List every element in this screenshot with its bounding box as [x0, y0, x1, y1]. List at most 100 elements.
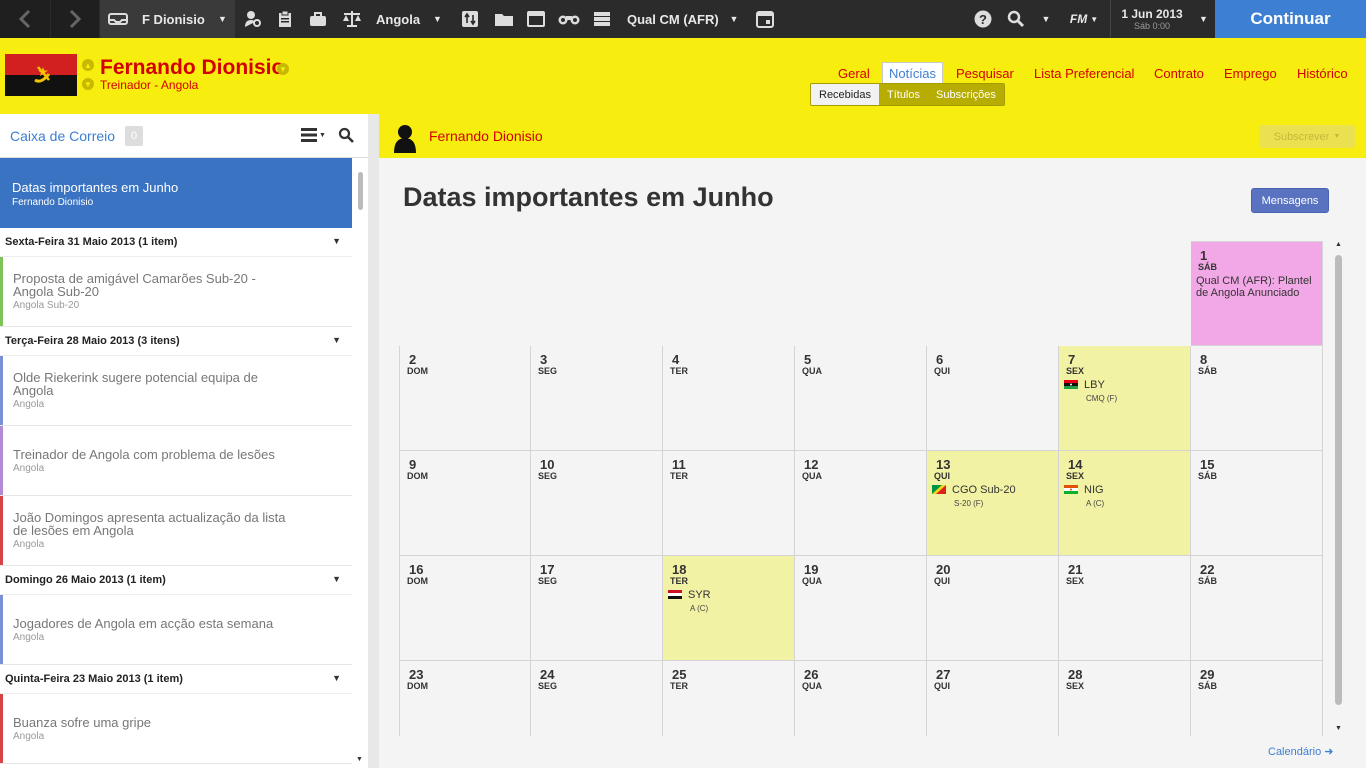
folder-button[interactable] — [488, 0, 520, 38]
search-button[interactable] — [1000, 0, 1032, 38]
message-item[interactable]: Olde Riekerink sugere potencial equipa d… — [0, 356, 352, 426]
calendar-scrollbar[interactable]: ▲ ▼ — [1332, 241, 1346, 736]
calendar-day-23[interactable]: 23 DOM — [399, 661, 531, 736]
scroll-up-icon[interactable]: ▲ — [1335, 241, 1342, 248]
continue-button[interactable]: Continuar — [1215, 0, 1366, 38]
message-item[interactable]: Proposta de amigável Camarões Sub-20 - A… — [0, 257, 352, 327]
clipboard-button[interactable] — [270, 0, 300, 38]
competition-button[interactable] — [586, 0, 618, 38]
message-item[interactable]: João Domingos apresenta actualização da … — [0, 496, 352, 566]
calendar-day-7[interactable]: 7 SEX LBY CMQ (F) — [1059, 346, 1191, 451]
calendar-day-18[interactable]: 18 TER SYR A (C) — [663, 556, 795, 661]
calendar-day-13[interactable]: 13 QUI CGO Sub-20 S-20 (F) — [927, 451, 1059, 556]
inbox-menu-button[interactable]: ▼ — [301, 128, 326, 142]
message-item[interactable]: Treinador de Angola com problema de lesõ… — [0, 426, 352, 496]
message-item[interactable]: Jogadores de Angola em acção esta semana… — [0, 595, 352, 665]
search-dropdown[interactable]: ▼ — [1034, 0, 1058, 38]
calendar-day-8[interactable]: 8 SÁB — [1191, 346, 1323, 451]
calendar-day-2[interactable]: 2 DOM — [399, 346, 531, 451]
calendar-day-24[interactable]: 24 SEG — [531, 661, 663, 736]
collapse-icon[interactable]: ▼ — [332, 236, 341, 246]
calendar-day-14[interactable]: 14 SEX NIG A (C) — [1059, 451, 1191, 556]
date-group-header[interactable]: Domingo 26 Maio 2013 (1 item) ▼ — [0, 566, 352, 595]
scroll-down-icon[interactable]: ▼ — [1335, 725, 1342, 732]
scouting-button[interactable] — [552, 0, 586, 38]
calendar-day-16[interactable]: 16 DOM — [399, 556, 531, 661]
subtab-subscricoes[interactable]: Subscrições — [928, 84, 1004, 105]
calendar-button[interactable] — [750, 0, 780, 38]
date-group-header[interactable]: Sexta-Feira 31 Maio 2013 (1 item) ▼ — [0, 228, 352, 257]
calendar-day-3[interactable]: 3 SEG — [531, 346, 663, 451]
manager-dropdown[interactable]: ▼ — [210, 0, 235, 38]
calendar-link[interactable]: Calendário ➜ — [1268, 745, 1333, 758]
nation-menu[interactable]: Angola — [370, 0, 425, 38]
message-item[interactable]: Buanza sofre uma gripe Angola — [0, 694, 352, 764]
scales-button[interactable] — [336, 0, 368, 38]
inbox-title[interactable]: Caixa de Correio — [10, 128, 115, 144]
nation-dropdown[interactable]: ▼ — [425, 0, 450, 38]
collapse-icon[interactable]: ▼ — [332, 574, 341, 584]
match-event[interactable]: CGO Sub-20 S-20 (F) — [932, 484, 1016, 510]
inbox-search-button[interactable] — [338, 127, 354, 148]
match-event[interactable]: NIG A (C) — [1064, 484, 1104, 510]
date-dropdown[interactable]: ▼ — [1192, 0, 1215, 38]
calendar-day-5[interactable]: 5 QUA — [795, 346, 927, 451]
date-group-header[interactable]: Terça-Feira 28 Maio 2013 (3 itens) ▼ — [0, 327, 352, 356]
calendar-day-6[interactable]: 6 QUI — [927, 346, 1059, 451]
calendar-day-26[interactable]: 26 QUA — [795, 661, 927, 736]
tab-geral[interactable]: Geral — [832, 62, 876, 84]
match-event[interactable]: LBY CMQ (F) — [1064, 379, 1117, 405]
calendar-day-22[interactable]: 22 SÁB — [1191, 556, 1323, 661]
next-person-button[interactable]: ▼ — [82, 78, 94, 90]
previous-person-button[interactable]: ▲ — [82, 59, 94, 71]
fm-menu[interactable]: FM ▼ — [1062, 0, 1106, 38]
calendar-day-15[interactable]: 15 SÁB — [1191, 451, 1323, 556]
subtab-titulos[interactable]: Títulos — [878, 84, 928, 105]
scrollbar-thumb[interactable] — [1335, 255, 1342, 705]
calendar-day-9[interactable]: 9 DOM — [399, 451, 531, 556]
calendar-event[interactable]: Qual CM (AFR): Plantel de Angola Anuncia… — [1196, 275, 1321, 299]
calendar-day-27[interactable]: 27 QUI — [927, 661, 1059, 736]
calendar-day-19[interactable]: 19 QUA — [795, 556, 927, 661]
calendar-day-1[interactable]: 1 SÁB Qual CM (AFR): Plantel de Angola Anu… — [1191, 241, 1323, 346]
tab-lista-preferencial[interactable]: Lista Preferencial — [1028, 62, 1140, 84]
calendar-day-21[interactable]: 21 SEX — [1059, 556, 1191, 661]
calendar-day-17[interactable]: 17 SEG — [531, 556, 663, 661]
calendar-day-29[interactable]: 29 SÁB — [1191, 661, 1323, 736]
calendar-day-28[interactable]: 28 SEX — [1059, 661, 1191, 736]
messages-button[interactable]: Mensagens — [1251, 188, 1329, 213]
tab-pesquisar[interactable]: Pesquisar — [950, 62, 1020, 84]
match-event[interactable]: SYR A (C) — [668, 589, 711, 615]
collapse-icon[interactable]: ▼ — [332, 335, 341, 345]
scrollbar-thumb[interactable] — [358, 172, 363, 210]
tab-historico[interactable]: Histórico — [1291, 62, 1354, 84]
calendar-day-20[interactable]: 20 QUI — [927, 556, 1059, 661]
competition-dropdown[interactable]: ▼ — [721, 0, 747, 38]
briefcase-button[interactable] — [302, 0, 334, 38]
tab-contrato[interactable]: Contrato — [1148, 62, 1210, 84]
calendar-day-4[interactable]: 4 TER — [663, 346, 795, 451]
date-group-header[interactable]: Quinta-Feira 23 Maio 2013 (1 item) ▼ — [0, 665, 352, 694]
scroll-down-icon[interactable]: ▼ — [356, 756, 363, 763]
help-button[interactable]: ? — [967, 0, 999, 38]
forward-button[interactable] — [51, 0, 99, 38]
subtab-recebidas[interactable]: Recebidas — [811, 84, 879, 105]
tab-emprego[interactable]: Emprego — [1218, 62, 1283, 84]
message-person-name[interactable]: Fernando Dionisio — [429, 128, 543, 144]
tab-noticias[interactable]: Notícias — [882, 62, 943, 84]
selected-message[interactable]: Datas importantes em Junho Fernando Dion… — [0, 158, 352, 228]
calendar-day-10[interactable]: 10 SEG — [531, 451, 663, 556]
inbox-scrollbar[interactable]: ▼ — [352, 158, 368, 768]
tactics-button[interactable] — [454, 0, 486, 38]
person-search-button[interactable] — [238, 0, 268, 38]
subscribe-button[interactable]: Subscrever ▼ — [1259, 125, 1355, 148]
calendar-day-12[interactable]: 12 QUA — [795, 451, 927, 556]
back-button[interactable] — [0, 0, 50, 38]
calendar-day-11[interactable]: 11 TER — [663, 451, 795, 556]
calendar-day-25[interactable]: 25 TER — [663, 661, 795, 736]
date-display[interactable]: 1 Jun 2013 Sáb 0:00 — [1111, 0, 1193, 38]
collapse-icon[interactable]: ▼ — [332, 673, 341, 683]
window-button[interactable] — [520, 0, 552, 38]
person-options-button[interactable]: ▼ — [277, 63, 289, 75]
competition-menu[interactable]: Qual CM (AFR) — [620, 0, 720, 38]
